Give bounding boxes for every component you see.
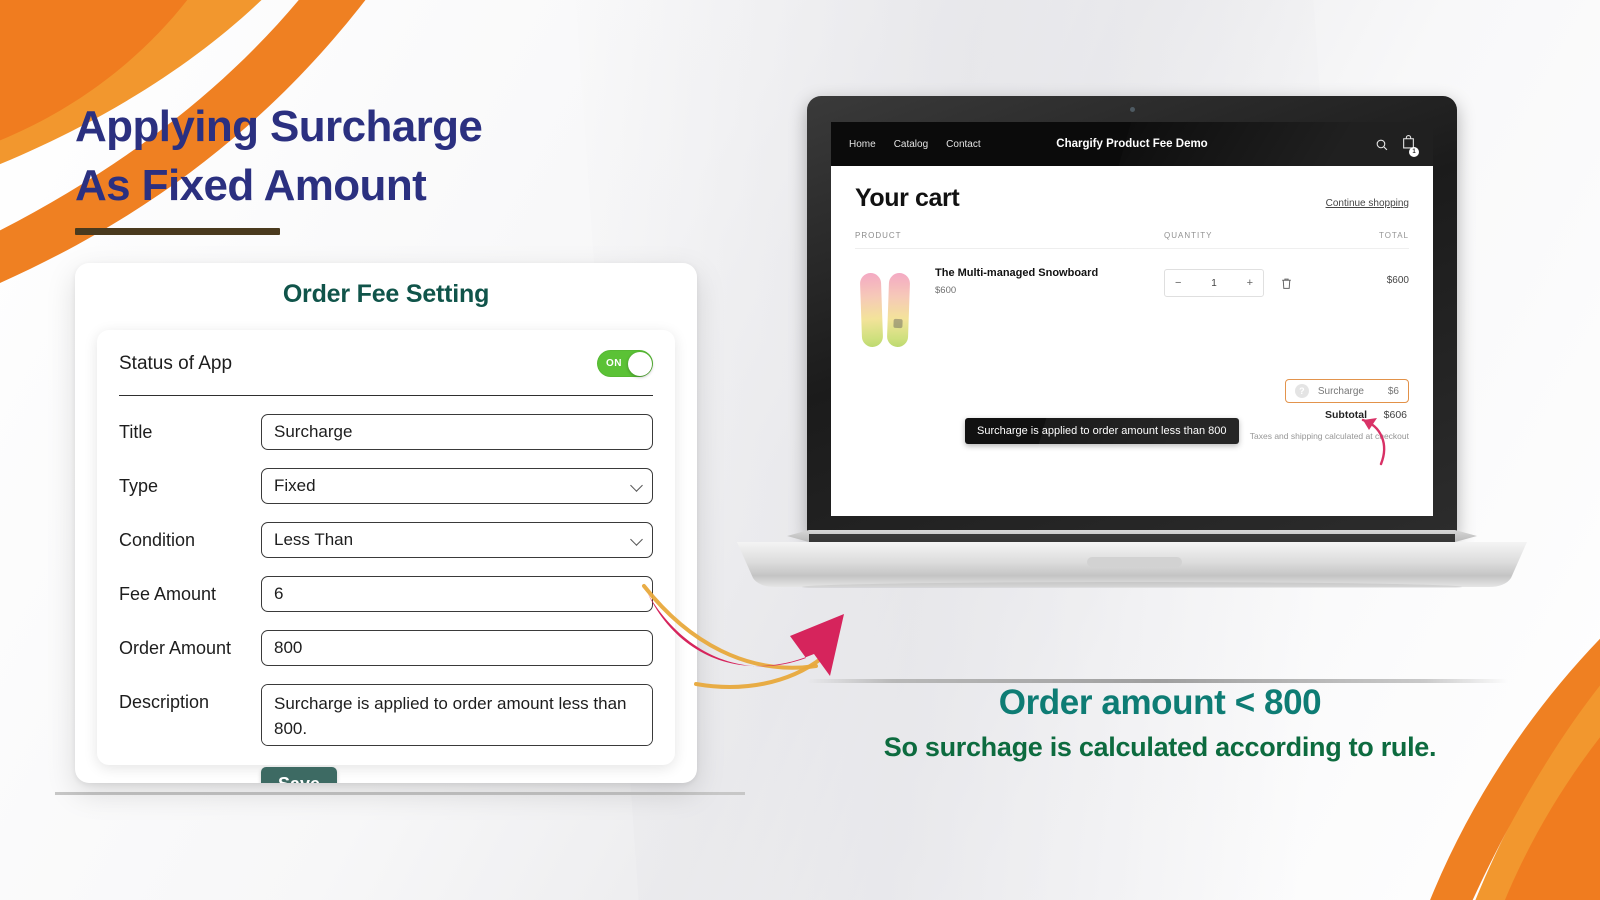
column-header-product: PRODUCT [855,231,902,240]
laptop-mockup: Home Catalog Contact Chargify Product Fe… [737,96,1527,616]
save-row: Save [119,767,653,783]
field-row-description: Description Surcharge is applied to orde… [119,684,653,751]
description-textarea[interactable]: Surcharge is applied to order amount les… [261,684,653,746]
surcharge-tooltip: Surcharge is applied to order amount les… [965,418,1239,444]
caption-line-1: Order amount < 800 [998,683,1322,722]
store-nav-actions: 1 [1375,134,1419,157]
cart-icon-wrapper[interactable]: 1 [1402,134,1419,157]
laptop-screen: Home Catalog Contact Chargify Product Fe… [831,122,1433,516]
caption-line-2: So surchage is calculated according to r… [883,732,1437,762]
laptop-trackpad [1087,557,1182,567]
field-row-title: Title [119,414,653,450]
cart-header: Your cart Continue shopping [855,184,1409,213]
cart-table-header: PRODUCT QUANTITY TOTAL [855,231,1409,249]
snowboard-graphic-left [859,272,884,348]
laptop-keyboard [809,534,1455,542]
store-nav-links: Home Catalog Contact [849,139,981,150]
product-info: The Multi-managed Snowboard $600 [935,267,1098,353]
line-total: $600 [1386,275,1409,286]
help-circle-icon[interactable]: ? [1294,384,1309,398]
page-title: Applying Surcharge As Fixed Amount [75,98,715,215]
card-title: Order Fee Setting [282,279,490,308]
status-of-app-label: Status of App [119,352,233,374]
order-amount-label: Order Amount [119,638,232,658]
continue-shopping-link[interactable]: Continue shopping [1326,198,1409,209]
column-header-total: TOTAL [1378,231,1409,240]
page-title-line-2: As Fixed Amount [75,160,427,210]
order-amount-input[interactable] [261,630,653,666]
search-icon[interactable] [1375,138,1388,151]
condition-label: Condition [119,530,196,550]
fee-amount-label: Fee Amount [119,584,217,604]
save-button[interactable]: Save [261,767,338,783]
field-row-fee-amount: Fee Amount [119,576,653,612]
flow-arrow-accent-top [642,584,818,670]
type-select[interactable] [261,468,653,504]
field-row-type: Type [119,468,653,504]
type-label: Type [119,476,159,496]
title-underline [75,228,280,235]
field-row-order-amount: Order Amount [119,630,653,666]
cart-heading: Your cart [855,184,960,212]
toggle-knob [627,351,652,376]
title-input[interactable] [261,414,653,450]
nav-link-catalog[interactable]: Catalog [894,139,928,150]
product-unit-price: $600 [935,285,957,296]
snowboard-graphic-right [886,272,911,348]
divider-bottom-left [55,792,745,795]
product-thumbnail[interactable] [855,267,917,353]
status-of-app-row: Status of App ON [119,346,653,396]
surcharge-label: Surcharge [1317,385,1364,397]
snowboard-binding-icon [893,318,903,329]
quantity-increment-button[interactable]: + [1247,277,1253,289]
cart-count-badge: 1 [1409,146,1419,157]
condition-select[interactable] [261,522,653,558]
cart-line-item: The Multi-managed Snowboard $600 − 1 + $… [855,249,1409,353]
quantity-value: 1 [1211,277,1217,289]
surcharge-row[interactable]: ? Surcharge $6 [1284,379,1409,403]
product-name[interactable]: The Multi-managed Snowboard [935,267,1098,279]
laptop-lid: Home Catalog Contact Chargify Product Fe… [807,96,1457,536]
settings-form: Status of App ON Title Type Condition [97,330,675,783]
quantity-stepper[interactable]: − 1 + [1164,269,1264,297]
product-cell: The Multi-managed Snowboard $600 [855,267,1164,353]
fee-amount-input[interactable] [261,576,653,612]
webcam-icon [1129,107,1135,112]
quantity-cell: − 1 + [1164,267,1339,297]
surcharge-amount: $6 [1387,385,1399,397]
column-header-quantity: QUANTITY [1164,231,1213,240]
tooltip-pointer-arrow [1361,418,1386,466]
toggle-state-label: ON [606,358,622,369]
status-of-app-toggle[interactable]: ON [597,350,653,377]
quantity-decrement-button[interactable]: − [1175,277,1181,289]
field-row-condition: Condition [119,522,653,558]
trash-icon[interactable] [1280,277,1293,290]
cart-page: Your cart Continue shopping PRODUCT QUAN… [831,166,1433,441]
description-label: Description [119,692,210,712]
nav-link-home[interactable]: Home [849,139,876,150]
store-topnav: Home Catalog Contact Chargify Product Fe… [831,122,1433,166]
page-title-line-1: Applying Surcharge [75,102,483,151]
order-fee-setting-card: Order Fee Setting Status of App ON Title… [75,263,697,783]
bottom-caption: Order amount < 800 So surchage is calcul… [800,683,1520,763]
title-label: Title [119,422,153,442]
nav-link-contact[interactable]: Contact [946,139,980,150]
